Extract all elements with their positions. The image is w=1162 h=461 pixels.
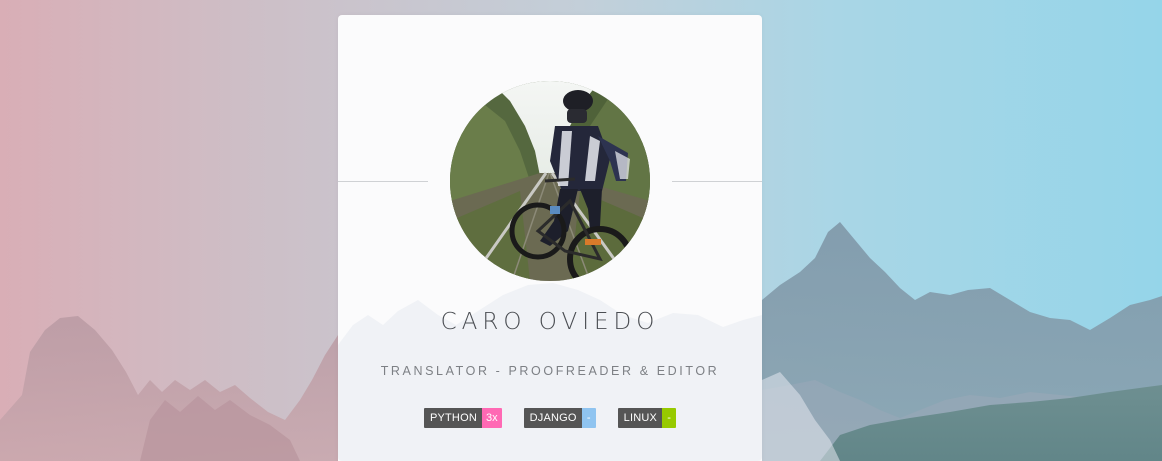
badge-label: LINUX bbox=[617, 408, 663, 428]
badge-label: PYTHON bbox=[423, 408, 482, 428]
page-background: CARO OVIEDO TRANSLATOR - PROOFREADER & E… bbox=[0, 0, 1162, 461]
badge-value: - bbox=[581, 408, 596, 428]
badge-python[interactable]: PYTHON 3x bbox=[423, 408, 502, 428]
badge-django[interactable]: DJANGO - bbox=[523, 408, 596, 428]
skill-badges: PYTHON 3x DJANGO - LINUX - bbox=[338, 408, 762, 428]
badge-value: - bbox=[662, 408, 677, 428]
profile-card: CARO OVIEDO TRANSLATOR - PROOFREADER & E… bbox=[338, 15, 762, 461]
profile-role: TRANSLATOR - PROOFREADER & EDITOR bbox=[380, 364, 720, 378]
divider-right bbox=[672, 181, 762, 182]
avatar-photo bbox=[450, 81, 650, 281]
badge-linux[interactable]: LINUX - bbox=[617, 408, 677, 428]
divider-left bbox=[338, 181, 428, 182]
badge-value: 3x bbox=[481, 408, 502, 428]
badge-label: DJANGO bbox=[523, 408, 582, 428]
profile-name: CARO OVIEDO bbox=[440, 309, 660, 335]
avatar bbox=[450, 81, 650, 281]
